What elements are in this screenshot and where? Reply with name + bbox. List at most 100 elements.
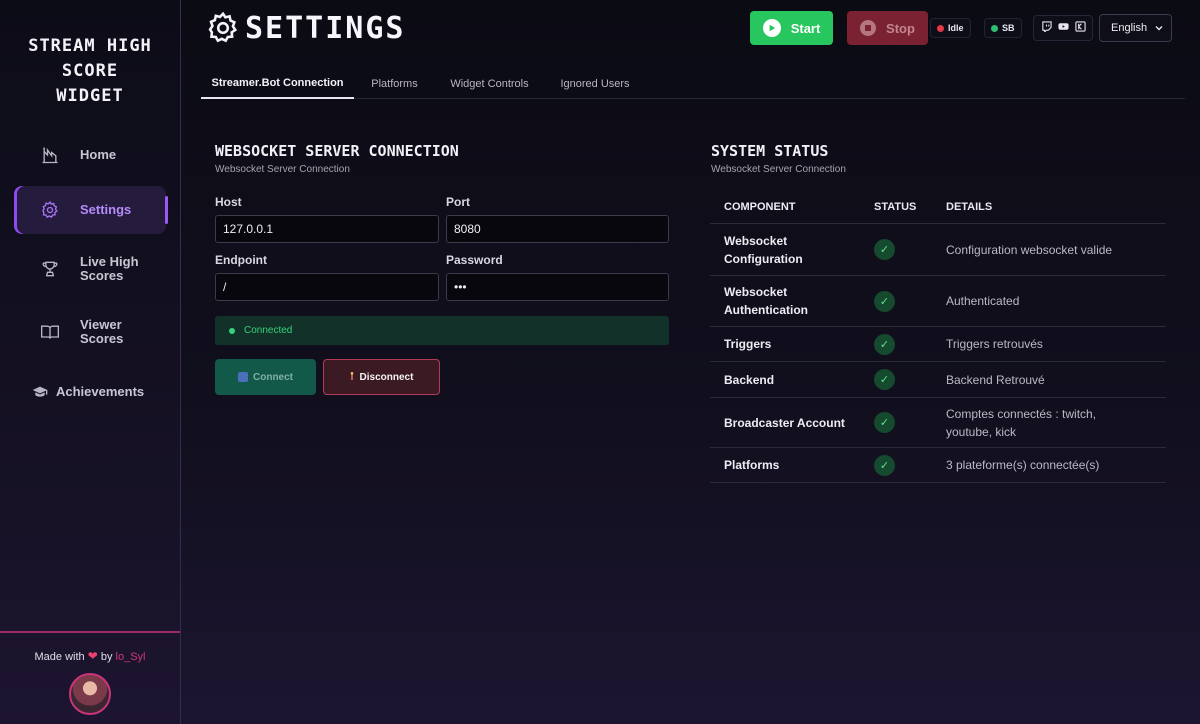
sb-dot [991, 24, 998, 32]
disconnect-button[interactable]: Disconnect [323, 359, 440, 395]
row-details: Backend Retrouvé [946, 372, 1045, 387]
table-row: Websocket Authentication ✓ Authenticated [710, 276, 1166, 327]
chart-icon [38, 143, 62, 167]
book-icon [38, 320, 62, 344]
check-icon: ✓ [874, 290, 895, 312]
row-component: Broadcaster Account [724, 415, 845, 430]
kick-icon[interactable] [1074, 21, 1086, 35]
trophy-icon [38, 257, 62, 281]
by-text: by [100, 651, 113, 663]
host-input[interactable] [215, 215, 439, 243]
tab-widget-controls[interactable]: Widget Controls [441, 68, 538, 99]
sidebar-item-label: Viewer Scores [80, 317, 124, 346]
brand-line: WIDGET [56, 86, 124, 106]
sidebar-footer: Made with ❤ by lo_Syl [0, 631, 180, 724]
sidebar-item-label: Home [80, 147, 117, 162]
stop-button[interactable]: Stop [847, 11, 928, 45]
system-status-table: COMPONENT STATUS DETAILS Websocket Confi… [710, 191, 1166, 483]
row-details: Triggers retrouvés [946, 337, 1043, 351]
app-brand: STREAM HIGH SCORE WIDGET [0, 34, 180, 109]
credit-line: Made with ❤ by lo_Syl [0, 649, 180, 663]
endpoint-label: Endpoint [215, 253, 267, 267]
page-title: SETTINGS [205, 8, 406, 48]
tab-platforms[interactable]: Platforms [362, 68, 427, 99]
sidebar-item-label: Settings [80, 202, 132, 217]
table-row: Backend ✓ Backend Retrouvé [710, 362, 1166, 398]
row-component: Websocket Configuration [724, 233, 803, 266]
table-row: Triggers ✓ Triggers retrouvés [710, 327, 1166, 362]
endpoint-input[interactable] [215, 273, 439, 301]
start-button[interactable]: Start [750, 11, 833, 45]
connection-status-text: Connected [244, 325, 293, 336]
stop-label: Stop [886, 20, 915, 36]
row-component: Triggers [724, 337, 772, 351]
sb-text: SB [1002, 23, 1015, 33]
connection-title: WEBSOCKET SERVER CONNECTION [215, 142, 459, 160]
connect-button[interactable]: Connect [215, 359, 316, 395]
sidebar-item-achievements[interactable]: Achievements [14, 368, 166, 416]
made-with-text: Made with [34, 651, 85, 663]
check-icon: ✓ [874, 412, 895, 433]
port-label: Port [446, 195, 470, 209]
host-label: Host [215, 195, 242, 209]
connect-label: Connect [253, 371, 293, 383]
idle-dot [937, 24, 944, 32]
password-input[interactable] [446, 273, 669, 301]
start-label: Start [790, 20, 821, 36]
sidebar-item-viewer-scores[interactable]: Viewer Scores [14, 308, 166, 356]
table-header: COMPONENT STATUS DETAILS [710, 191, 1166, 224]
sidebar-item-label: Achievements [56, 384, 145, 399]
sidebar-item-label: Live High Scores [80, 254, 139, 283]
header-status: STATUS [874, 201, 917, 213]
unplug-icon [350, 371, 354, 384]
play-icon [762, 19, 781, 37]
twitch-icon[interactable] [1041, 21, 1052, 35]
sidebar-item-live-high-scores[interactable]: Live High Scores [14, 245, 166, 293]
language-select[interactable]: English [1099, 14, 1172, 42]
plug-icon [238, 372, 248, 382]
main-content: SETTINGS Start Stop Idle SB English Stre… [181, 0, 1200, 724]
brand-line: SCORE [61, 61, 119, 81]
youtube-icon[interactable] [1057, 21, 1069, 35]
header-details: DETAILS [946, 201, 993, 213]
connection-status-bar: Connected [215, 316, 669, 345]
platform-links [1033, 15, 1093, 41]
check-icon: ✓ [874, 333, 895, 355]
sidebar-item-settings[interactable]: Settings [14, 186, 168, 234]
row-details: Configuration websocket valide [946, 242, 1113, 257]
gear-icon [208, 11, 238, 43]
graduation-cap-icon [32, 380, 48, 404]
table-row: Websocket Configuration ✓ Configuration … [710, 224, 1166, 276]
header-component: COMPONENT [724, 201, 796, 213]
row-details: Authenticated [946, 294, 1020, 308]
check-icon: ✓ [874, 239, 895, 260]
table-row: Platforms ✓ 3 plateforme(s) connectée(s) [710, 448, 1166, 483]
connected-dot [229, 327, 235, 334]
tab-ignored-users[interactable]: Ignored Users [552, 68, 638, 99]
stop-icon [860, 20, 877, 36]
row-details: 3 plateforme(s) connectée(s) [946, 458, 1100, 472]
sidebar-item-home[interactable]: Home [14, 131, 166, 179]
author-link[interactable]: lo_Syl [116, 651, 146, 663]
system-status-title: SYSTEM STATUS [711, 142, 829, 160]
connection-subtitle: Websocket Server Connection [215, 164, 350, 175]
system-status-subtitle: Websocket Server Connection [711, 164, 846, 175]
row-details: Comptes connectés : twitch, youtube, kic… [946, 406, 1097, 439]
row-component: Backend [724, 372, 775, 387]
row-component: Websocket Authentication [724, 285, 808, 317]
avatar [69, 673, 111, 715]
check-icon: ✓ [874, 454, 895, 476]
check-icon: ✓ [874, 369, 895, 390]
status-badge: Idle [930, 18, 971, 38]
password-label: Password [446, 253, 503, 267]
gear-icon [38, 198, 62, 222]
page-title-text: SETTINGS [245, 10, 406, 46]
chevron-down-icon [1155, 26, 1163, 31]
tab-bar: Streamer.Bot Connection Platforms Widget… [201, 68, 1185, 99]
sidebar: STREAM HIGH SCORE WIDGET Home Settings L… [0, 0, 181, 724]
port-input[interactable] [446, 215, 669, 243]
heart-icon: ❤ [87, 649, 98, 663]
language-value: English [1111, 22, 1148, 34]
row-component: Platforms [724, 458, 780, 472]
tab-streamerbot-connection[interactable]: Streamer.Bot Connection [201, 68, 354, 99]
